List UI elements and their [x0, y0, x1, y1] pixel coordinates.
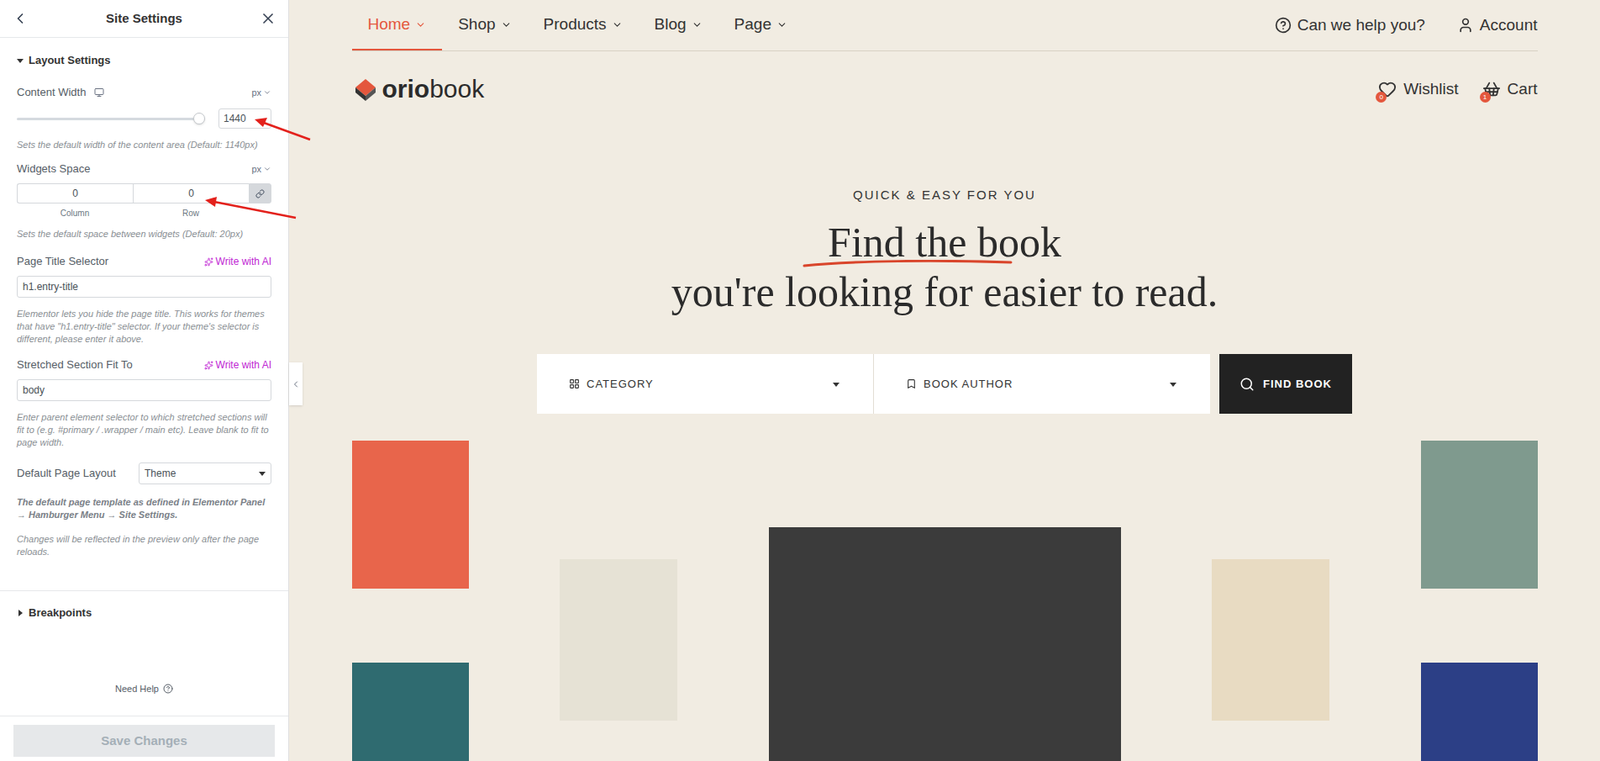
featured-book-cover[interactable]	[768, 526, 1122, 761]
nav-item[interactable]: Page	[718, 0, 804, 51]
user-icon	[1457, 16, 1474, 34]
unit-selector[interactable]: px	[251, 162, 272, 177]
section-header[interactable]: Layout Settings	[16, 52, 272, 69]
select-caret-icon	[258, 469, 266, 477]
site-preview: HomeShopProductsBlogPage Can we help you?…	[289, 0, 1600, 761]
chevron-down-icon	[263, 88, 272, 97]
dropdown-caret-icon	[832, 380, 840, 388]
search-icon	[1239, 376, 1255, 392]
chevron-down-icon	[415, 19, 427, 31]
field-label: Default Page Layout	[16, 464, 116, 482]
book-cover[interactable]	[1211, 558, 1330, 721]
help-icon	[163, 683, 174, 694]
panel-title: Site Settings	[105, 9, 183, 29]
book-cover[interactable]	[1421, 662, 1538, 761]
chevron-down-icon	[263, 164, 272, 174]
field-label: Page Title Selector	[16, 252, 109, 270]
close-icon[interactable]	[259, 10, 277, 27]
book-search: CATEGORYBOOK AUTHORFIND BOOK	[536, 353, 1353, 414]
sparkle-icon	[204, 257, 214, 267]
write-with-ai-button[interactable]: Write with AI	[204, 253, 272, 269]
nav-item[interactable]: Shop	[442, 0, 527, 51]
logo[interactable]: oriobook	[352, 75, 485, 103]
nav-item[interactable]: Blog	[638, 0, 719, 51]
chevron-left-icon	[290, 378, 301, 390]
hero-eyebrow: QUICK & EASY FOR YOU	[852, 187, 1037, 203]
help-link[interactable]: Can we help you?	[1274, 13, 1426, 38]
header-row: oriobook 0Wishlist 1Cart	[352, 51, 1538, 127]
chevron-down-icon	[611, 19, 623, 31]
grid-icon	[568, 378, 580, 390]
content-width-input[interactable]: 1440	[218, 108, 272, 129]
monitor-icon[interactable]	[94, 87, 105, 98]
field-label: Widgets Space	[16, 160, 90, 178]
link-icon	[255, 189, 265, 199]
panel-header: Site Settings	[0, 0, 289, 38]
account-link[interactable]: Account	[1457, 13, 1538, 38]
text-input[interactable]: h1.entry-title	[16, 275, 272, 298]
write-with-ai-button[interactable]: Write with AI	[204, 357, 272, 373]
page-layout-select[interactable]: Theme	[138, 462, 272, 485]
chevron-down-icon	[776, 19, 788, 31]
hero-heading: Find the bookyou're looking for easier t…	[671, 217, 1218, 317]
bookmark-icon	[905, 378, 917, 390]
save-changes-button[interactable]: Save Changes	[13, 724, 275, 757]
back-icon[interactable]	[11, 10, 29, 27]
sparkle-icon	[204, 360, 214, 370]
need-help-link[interactable]: Need Help	[0, 681, 289, 696]
breakpoints-section[interactable]: Breakpoints	[0, 589, 289, 622]
book-cover[interactable]	[352, 440, 469, 589]
dimension-input[interactable]: 0	[132, 183, 249, 204]
dropdown-caret-icon	[1169, 380, 1177, 388]
book-showcase	[352, 440, 1538, 761]
help-text: Sets the default width of the content ar…	[16, 138, 272, 152]
field-label: Stretched Section Fit To	[16, 356, 133, 374]
chevron-down-icon	[691, 19, 703, 31]
unit-selector[interactable]: px	[251, 85, 272, 100]
dimension-input[interactable]: 0	[16, 183, 133, 204]
panel-body: Layout Settings Content Width px 1440 Sets t…	[0, 37, 289, 558]
caret-icon	[16, 57, 24, 64]
help-text: Sets the default space between widgets (…	[16, 227, 272, 241]
chevron-down-icon	[500, 19, 512, 31]
nav-item[interactable]: Products	[527, 0, 639, 51]
count-badge: 0	[1375, 91, 1387, 103]
cart-link[interactable]: 1Cart	[1482, 77, 1538, 102]
help-text: Enter parent element selector to which s…	[16, 410, 272, 449]
collapse-panel-handle[interactable]	[289, 362, 303, 406]
link-values-button[interactable]	[248, 183, 272, 204]
search-dropdown[interactable]: CATEGORY	[536, 353, 874, 414]
dimension-label: Row	[132, 206, 249, 220]
help-text: Elementor lets you hide the page title. …	[16, 307, 272, 346]
slider-thumb[interactable]	[193, 112, 206, 125]
count-badge: 1	[1479, 91, 1491, 103]
app: Site Settings Layout Settings Content Widt…	[0, 0, 1600, 761]
search-dropdown[interactable]: BOOK AUTHOR	[873, 353, 1211, 414]
book-cover[interactable]	[352, 662, 469, 761]
field-label: Content Width	[16, 84, 86, 101]
book-cover[interactable]	[1421, 440, 1538, 589]
page-title-selector: Page Title Selector Write with AI h1.entry…	[16, 253, 272, 346]
top-nav: HomeShopProductsBlogPage Can we help you?…	[352, 0, 1538, 52]
text-input[interactable]: body	[16, 378, 272, 401]
nav-item[interactable]: Home	[352, 0, 443, 51]
find-book-button[interactable]: FIND BOOK	[1219, 353, 1353, 414]
caret-icon	[16, 609, 24, 616]
annotation-arrows-icon	[0, 0, 1600, 761]
stretched-section: Stretched Section Fit To Write with AI bod…	[16, 357, 272, 449]
wishlist-link[interactable]: 0Wishlist	[1378, 77, 1458, 102]
layout-note: The default page template as defined in …	[16, 495, 272, 522]
content-width-slider[interactable]	[16, 112, 206, 125]
help-text: Changes will be reflected in the preview…	[16, 532, 272, 558]
dimension-label: Column	[16, 206, 133, 220]
book-cover[interactable]	[559, 558, 678, 721]
hero: QUICK & EASY FOR YOU Find the bookyou're …	[352, 126, 1538, 414]
question-icon	[1274, 16, 1292, 34]
logo-book-icon	[352, 75, 379, 103]
settings-panel: Site Settings Layout Settings Content Widt…	[0, 0, 290, 761]
